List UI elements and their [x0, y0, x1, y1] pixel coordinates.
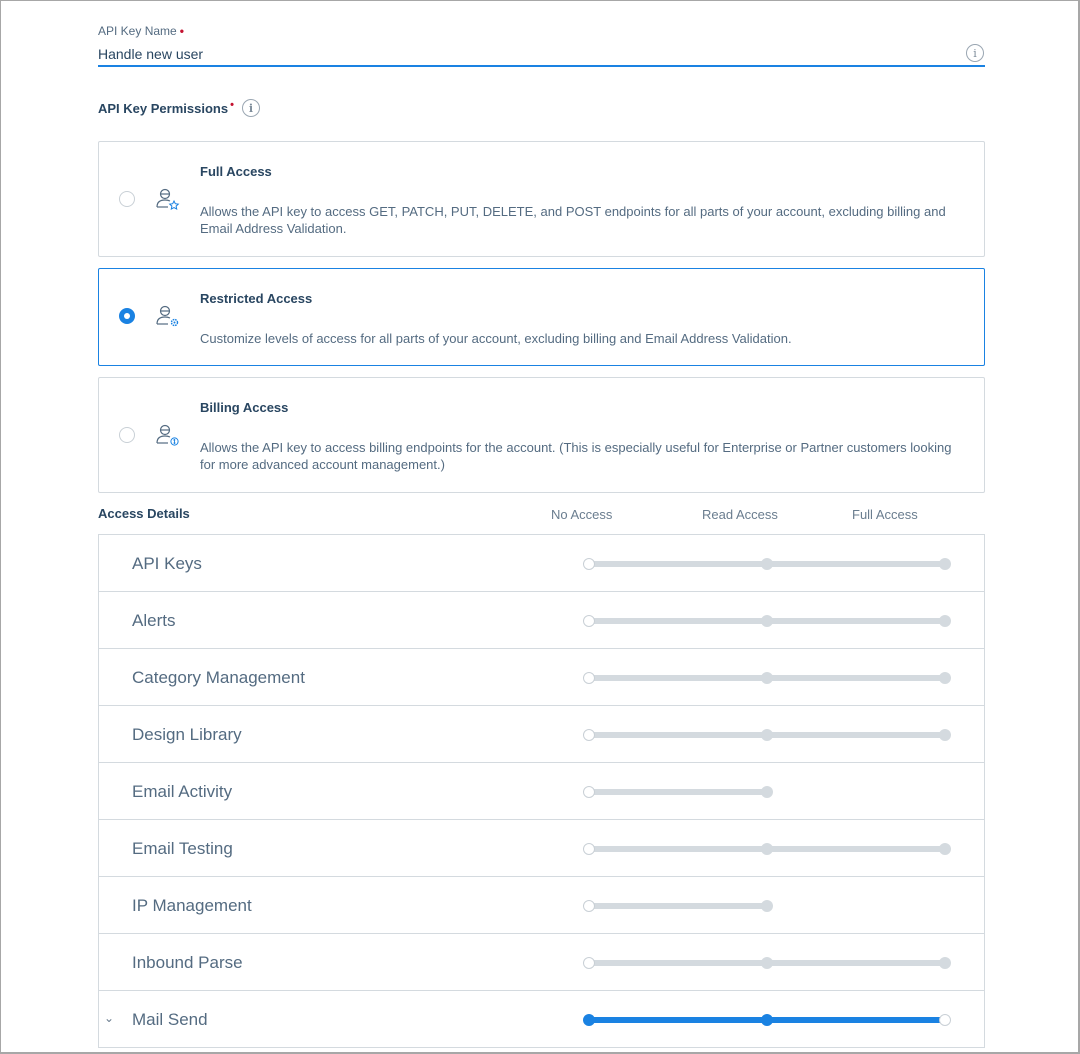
access-level-slider[interactable]: [583, 1013, 955, 1027]
slider-stop-read-access[interactable]: [761, 786, 773, 798]
access-details-title: Access Details: [98, 506, 190, 521]
column-header-no-access: No Access: [551, 507, 613, 522]
slider-stop-no-access[interactable]: [583, 615, 595, 627]
slider-stop-no-access[interactable]: [583, 957, 595, 969]
restricted-access-title: Restricted Access: [200, 291, 313, 306]
table-row: Email Testing: [99, 820, 984, 877]
slider-stop-full-access[interactable]: [939, 558, 951, 570]
access-row-label: Email Testing: [132, 839, 233, 858]
chevron-down-icon[interactable]: ⌄: [104, 1011, 114, 1025]
info-icon[interactable]: i: [241, 99, 260, 117]
required-mark: •: [230, 99, 234, 111]
required-mark: •: [179, 24, 184, 38]
slider-stop-no-access[interactable]: [583, 786, 595, 798]
table-row: Category Management: [99, 649, 984, 706]
table-row: IP Management: [99, 877, 984, 934]
option-full-access[interactable]: Full Access Allows the API key to access…: [98, 141, 985, 257]
column-header-full-access: Full Access: [852, 507, 918, 522]
slider-stop-read-access[interactable]: [761, 672, 773, 684]
slider-stop-full-access[interactable]: [939, 729, 951, 741]
table-row: Design Library: [99, 706, 984, 763]
billing-access-description: Allows the API key to access billing end…: [200, 440, 952, 472]
billing-access-radio[interactable]: [119, 427, 135, 443]
slider-stop-read-access[interactable]: [761, 900, 773, 912]
slider-stop-no-access[interactable]: [583, 1014, 595, 1026]
access-level-slider[interactable]: [583, 842, 955, 856]
restricted-access-radio[interactable]: [119, 308, 135, 324]
slider-stop-full-access[interactable]: [939, 672, 951, 684]
access-level-slider[interactable]: [583, 614, 955, 628]
access-row-label: Alerts: [132, 611, 176, 630]
slider-stop-no-access[interactable]: [583, 900, 595, 912]
slider-stop-read-access[interactable]: [761, 615, 773, 627]
full-access-radio[interactable]: [119, 191, 135, 207]
slider-track[interactable]: [589, 903, 767, 909]
access-row-label: API Keys: [132, 554, 202, 573]
table-row: ⌄ Mail Send: [99, 991, 984, 1048]
access-row-label: Mail Send: [132, 1010, 208, 1029]
slider-stop-full-access[interactable]: [939, 615, 951, 627]
full-access-description: Allows the API key to access GET, PATCH,…: [200, 204, 946, 236]
slider-stop-full-access[interactable]: [939, 957, 951, 969]
slider-stop-read-access[interactable]: [761, 729, 773, 741]
user-gear-icon: [156, 305, 179, 327]
restricted-access-description: Customize levels of access for all parts…: [200, 331, 792, 346]
access-row-label: IP Management: [132, 896, 252, 915]
access-row-label: Inbound Parse: [132, 953, 243, 972]
api-key-name-label: API Key Name •: [98, 24, 184, 38]
user-dollar-icon: [156, 424, 179, 446]
slider-stop-read-access[interactable]: [761, 1014, 773, 1026]
access-level-slider[interactable]: [583, 671, 955, 685]
slider-stop-full-access[interactable]: [939, 1014, 951, 1026]
slider-track[interactable]: [589, 789, 767, 795]
access-level-slider[interactable]: [583, 728, 955, 742]
api-key-name-input[interactable]: [98, 42, 985, 67]
slider-stop-no-access[interactable]: [583, 729, 595, 741]
slider-stop-no-access[interactable]: [583, 672, 595, 684]
access-level-slider[interactable]: [583, 956, 955, 970]
access-details-table: API Keys Alerts Category Management Design …: [98, 534, 985, 1048]
slider-stop-read-access[interactable]: [761, 558, 773, 570]
slider-stop-full-access[interactable]: [939, 843, 951, 855]
info-icon[interactable]: i: [966, 44, 984, 62]
slider-stop-read-access[interactable]: [761, 957, 773, 969]
table-row: Alerts: [99, 592, 984, 649]
option-restricted-access[interactable]: Restricted Access Customize levels of ac…: [98, 268, 985, 366]
billing-access-title: Billing Access: [200, 400, 289, 415]
api-key-permissions-title: API Key Permissions • i: [98, 99, 260, 117]
user-star-icon: [156, 188, 180, 211]
access-level-slider[interactable]: [583, 557, 955, 571]
access-level-slider[interactable]: [583, 785, 955, 799]
column-header-read-access: Read Access: [702, 507, 778, 522]
access-row-label: Design Library: [132, 725, 242, 744]
slider-stop-read-access[interactable]: [761, 843, 773, 855]
access-row-label: Email Activity: [132, 782, 233, 801]
full-access-title: Full Access: [200, 164, 272, 179]
access-row-label: Category Management: [132, 668, 305, 687]
access-level-slider[interactable]: [583, 899, 955, 913]
table-row: Inbound Parse: [99, 934, 984, 991]
table-row: API Keys: [99, 535, 984, 592]
slider-stop-no-access[interactable]: [583, 558, 595, 570]
slider-stop-no-access[interactable]: [583, 843, 595, 855]
table-row: Email Activity: [99, 763, 984, 820]
option-billing-access[interactable]: Billing Access Allows the API key to acc…: [98, 377, 985, 493]
